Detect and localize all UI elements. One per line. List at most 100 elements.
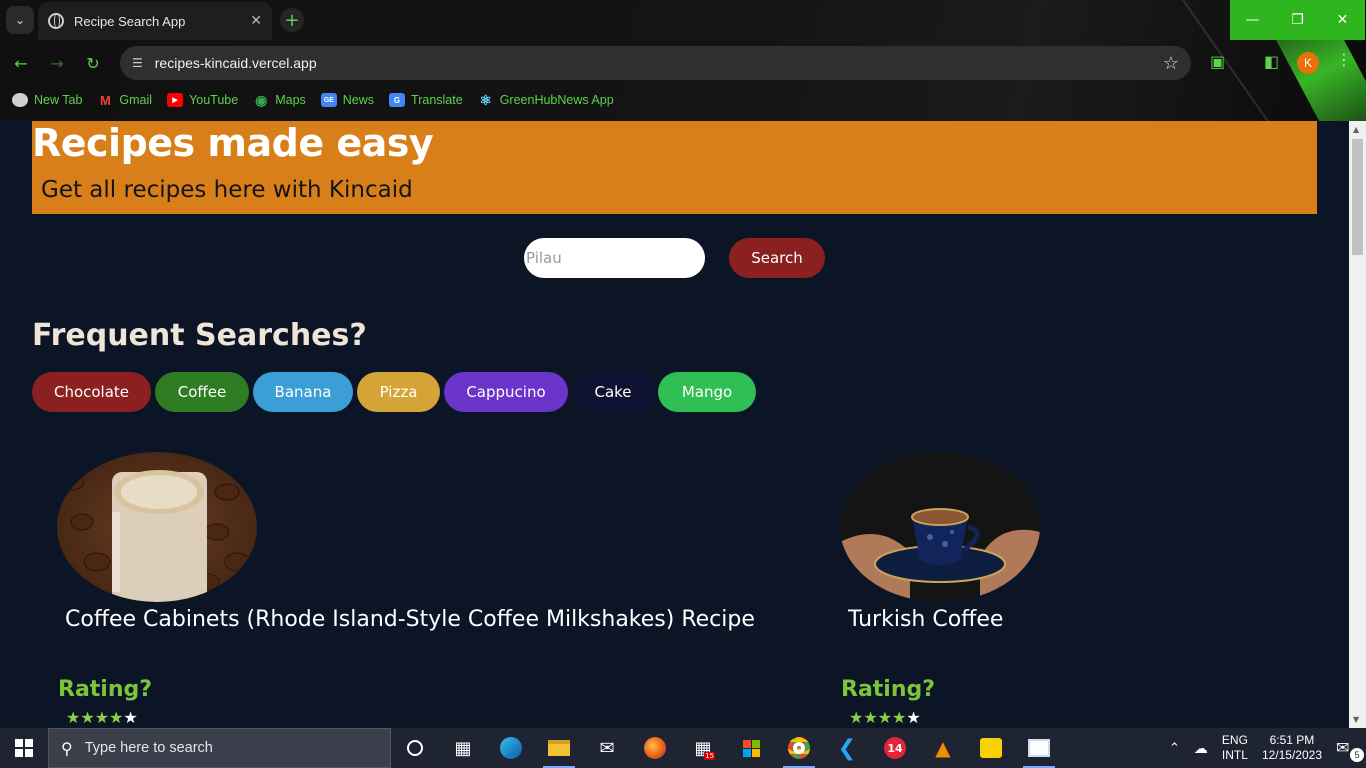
page-scrollbar[interactable]: ▲ ▼ <box>1349 121 1366 728</box>
address-bar[interactable]: ☰ recipes-kincaid.vercel.app ☆ <box>120 46 1191 80</box>
tab-search-dropdown-icon[interactable]: ⌄ <box>6 6 34 34</box>
chip-chocolate[interactable]: Chocolate <box>32 372 151 412</box>
clock-date: 12/15/2023 <box>1261 748 1322 762</box>
bookmark-star-icon[interactable]: ☆ <box>1163 53 1179 74</box>
bookmark-label: YouTube <box>189 93 239 107</box>
reload-icon[interactable]: ↻ <box>80 50 106 76</box>
input-language[interactable]: ENG INTL <box>1222 733 1248 763</box>
site-info-icon[interactable]: ☰ <box>132 56 143 70</box>
photos-app-icon[interactable] <box>1015 728 1063 768</box>
vlc-icon[interactable]: ▲ <box>919 728 967 768</box>
firefox-icon[interactable] <box>631 728 679 768</box>
search-input[interactable] <box>524 238 705 278</box>
bookmark-label: Maps <box>275 93 306 107</box>
file-explorer-icon[interactable] <box>535 728 583 768</box>
youtube-icon: ▶ <box>167 93 184 107</box>
star-filled-icon: ★ <box>849 708 864 727</box>
recipe-image-milkshake[interactable] <box>57 452 257 602</box>
star-empty-icon: ★ <box>906 708 921 727</box>
recipe-card[interactable]: Turkish Coffee Rating? ★★★★★ <box>815 452 1215 727</box>
taskbar-search-box[interactable]: ⚲ Type here to search <box>48 728 391 768</box>
bookmark-new-tab[interactable]: New Tab <box>12 93 82 107</box>
bookmark-youtube[interactable]: ▶ YouTube <box>167 93 238 107</box>
clock-time: 6:51 PM <box>1269 733 1315 747</box>
navigation-bar: ← → ↻ ☰ recipes-kincaid.vercel.app ☆ <box>0 40 1366 86</box>
recipe-name: Coffee Cabinets (Rhode Island-Style Coff… <box>65 607 755 632</box>
notification-center-icon[interactable]: ✉ 5 <box>1336 738 1366 762</box>
globe-icon <box>12 93 28 107</box>
rating-label: Rating? <box>841 677 936 702</box>
task-view-icon[interactable]: ▦ <box>439 728 487 768</box>
globe-icon <box>48 13 64 29</box>
scroll-up-icon[interactable]: ▲ <box>1353 125 1359 134</box>
restore-button[interactable]: ❐ <box>1275 0 1320 40</box>
gmail-icon: M <box>100 92 111 108</box>
minimize-button[interactable]: — <box>1230 0 1275 40</box>
language-code: ENG <box>1221 733 1248 747</box>
rating-label: Rating? <box>58 677 153 702</box>
star-filled-icon: ★ <box>863 708 878 727</box>
scroll-down-icon[interactable]: ▼ <box>1353 715 1359 724</box>
rating-stars: ★★★★★ <box>849 708 921 727</box>
star-filled-icon: ★ <box>66 708 81 727</box>
mail-icon[interactable]: ✉ <box>583 728 631 768</box>
bookmark-gmail[interactable]: M Gmail <box>97 92 153 108</box>
windows-taskbar: ⚲ Type here to search ▦ ✉ ▦ 15 ❮ 14 ▲ ⌃ ☁… <box>0 728 1366 768</box>
react-icon: ⚛ <box>479 91 492 108</box>
frequent-search-chips: Chocolate Coffee Banana Pizza Cappucino … <box>32 372 760 412</box>
chrome-icon[interactable] <box>775 728 823 768</box>
bookmark-translate[interactable]: G Translate <box>389 93 463 107</box>
search-button[interactable]: Search <box>729 238 825 278</box>
player-app-icon[interactable] <box>967 728 1015 768</box>
network-offline-icon[interactable]: ☁ <box>1194 740 1208 757</box>
mail-badge: 15 <box>704 752 715 760</box>
url-text[interactable]: recipes-kincaid.vercel.app <box>155 55 1163 71</box>
chip-mango[interactable]: Mango <box>658 372 756 412</box>
chip-cappucino[interactable]: Cappucino <box>444 372 568 412</box>
browser-menu-icon[interactable]: ⋮ <box>1336 50 1352 69</box>
bookmark-maps[interactable]: ◉ Maps <box>253 92 306 108</box>
profile-avatar[interactable]: K <box>1297 52 1319 74</box>
bookmark-greenhubnews[interactable]: ⚛ GreenHubNews App <box>478 91 614 108</box>
start-button[interactable] <box>0 728 48 768</box>
hero-subtitle: Get all recipes here with Kincaid <box>41 177 413 203</box>
calendar-app-icon[interactable]: 14 <box>871 728 919 768</box>
show-hidden-icons-icon[interactable]: ⌃ <box>1169 740 1180 756</box>
search-icon: ⚲ <box>61 738 73 758</box>
recipe-image-turkish-coffee[interactable] <box>840 452 1040 602</box>
chip-pizza[interactable]: Pizza <box>357 372 440 412</box>
star-filled-icon: ★ <box>94 708 110 727</box>
side-panel-icon[interactable]: ◧ <box>1264 52 1279 71</box>
close-tab-icon[interactable]: ✕ <box>250 13 262 29</box>
browser-tab[interactable]: Recipe Search App ✕ <box>38 2 272 40</box>
cortana-icon[interactable] <box>391 728 439 768</box>
hero-title: Recipes made easy <box>32 121 434 165</box>
back-arrow-icon[interactable]: ← <box>8 50 34 76</box>
microsoft-store-icon[interactable] <box>727 728 775 768</box>
keyboard-layout: INTL <box>1221 748 1248 762</box>
tab-title: Recipe Search App <box>74 13 186 29</box>
bookmark-label: Gmail <box>119 93 153 107</box>
google-translate-icon: G <box>389 93 406 107</box>
google-news-icon: GE <box>320 93 337 107</box>
chip-banana[interactable]: Banana <box>253 372 353 412</box>
rating-stars: ★★★★★ <box>66 708 138 727</box>
clock[interactable]: 6:51 PM 12/15/2023 <box>1262 733 1322 763</box>
forward-arrow-icon[interactable]: → <box>44 50 70 76</box>
edge-icon[interactable] <box>487 728 535 768</box>
browser-chrome: ⌄ Recipe Search App ✕ + — ❐ ✕ ← → ↻ ☰ re… <box>0 0 1366 121</box>
chip-coffee[interactable]: Coffee <box>155 372 249 412</box>
bookmark-label: Translate <box>411 93 463 107</box>
vscode-icon[interactable]: ❮ <box>823 728 871 768</box>
close-window-button[interactable]: ✕ <box>1320 0 1365 40</box>
recipe-card[interactable]: Coffee Cabinets (Rhode Island-Style Coff… <box>32 452 755 727</box>
chip-cake[interactable]: Cake <box>572 372 654 412</box>
extensions-icon[interactable]: ▣ <box>1210 52 1225 71</box>
bookmark-news[interactable]: GE News <box>320 93 374 107</box>
new-tab-button[interactable]: + <box>280 8 304 32</box>
bookmark-label: New Tab <box>34 93 83 107</box>
calculator-app-icon[interactable]: ▦ 15 <box>679 728 727 768</box>
bookmark-label: GreenHubNews App <box>499 93 614 107</box>
windows-logo-icon <box>15 739 33 757</box>
scrollbar-thumb[interactable] <box>1352 139 1363 255</box>
